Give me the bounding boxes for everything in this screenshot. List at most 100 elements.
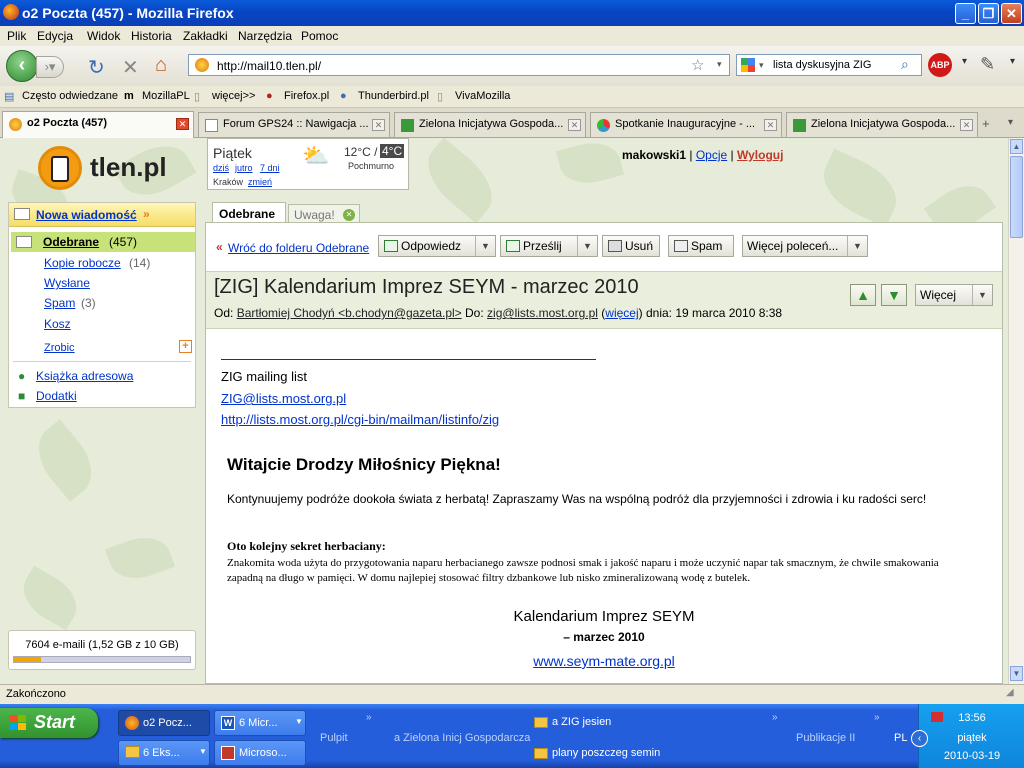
taskbar-microsoft[interactable]: Microso...	[214, 740, 306, 766]
addons-link[interactable]: Dodatki	[36, 389, 77, 403]
close-tab-icon[interactable]: ✕	[960, 119, 973, 131]
scroll-up-icon[interactable]: ▲	[1010, 139, 1023, 154]
reply-button[interactable]: Odpowiedz ▼	[378, 235, 496, 257]
more-dropdown[interactable]: Więcej ▼	[915, 284, 993, 306]
chevron-down-icon[interactable]: ▾	[1010, 56, 1015, 67]
options-link[interactable]: Opcje	[696, 148, 727, 162]
bookmark-item[interactable]: MozillaPL	[142, 90, 190, 102]
menu-tools[interactable]: Narzędzia	[238, 29, 292, 43]
to-address[interactable]: zig@lists.most.org.pl	[487, 306, 598, 320]
toolbar-publikacje[interactable]: Publikacje II	[796, 732, 855, 744]
search-input[interactable]: lista dyskusyjna ZIG	[773, 59, 871, 71]
sidebar-item-kosz[interactable]: Kosz	[44, 317, 71, 331]
close-button[interactable]: ✕	[1001, 3, 1022, 24]
tab-spotkanie[interactable]: Spotkanie Inauguracyjne - ... ✕	[590, 112, 782, 137]
sidebar-item-kopie-robocze[interactable]: Kopie robocze	[44, 256, 121, 270]
menu-file[interactable]: Plik	[7, 29, 26, 43]
tab-o2-poczta[interactable]: o2 Poczta (457) ✕	[2, 111, 194, 138]
sidebar-item-odebrane[interactable]: Odebrane (457)	[11, 232, 195, 252]
close-tab-icon[interactable]: ✕	[764, 119, 777, 131]
home-icon[interactable]: ⌂	[155, 54, 167, 77]
menu-bookmarks[interactable]: Zakładki	[183, 29, 228, 43]
resize-grip-icon[interactable]: ◢	[1006, 687, 1014, 698]
back-arrow-icon[interactable]: ‹	[6, 50, 38, 82]
weather-today-link[interactable]: dziś	[213, 163, 229, 173]
url-text[interactable]: http://mail10.tlen.pl/	[217, 59, 321, 73]
sidebar-item-wyslane[interactable]: Wysłane	[44, 276, 90, 290]
taskbar-folder-plany[interactable]: plany poszczeg semin	[552, 747, 660, 759]
tab-uwaga[interactable]: Uwaga! ✕	[288, 204, 360, 224]
forward-button[interactable]: Prześlij ▼	[500, 235, 598, 257]
bookmark-item[interactable]: więcej>>	[212, 90, 255, 102]
stop-icon[interactable]: ✕	[122, 55, 139, 80]
add-folder-icon[interactable]: +	[179, 340, 192, 353]
chevron-right-icon[interactable]: »	[874, 712, 880, 723]
taskbar-folder-zig-jesien[interactable]: a ZIG jesien	[552, 716, 611, 728]
taskbar-explorer[interactable]: 6 Eks... ▼	[118, 740, 210, 766]
chevron-down-icon[interactable]: ▾	[717, 59, 722, 70]
adblock-icon[interactable]: ABP	[928, 53, 952, 77]
back-to-folder-link[interactable]: Wróć do folderu Odebrane	[228, 241, 369, 255]
chevron-down-icon[interactable]: ▼	[847, 236, 867, 256]
close-tab-icon[interactable]: ✕	[176, 118, 189, 130]
language-indicator[interactable]: PL	[894, 732, 907, 744]
chevron-down-icon[interactable]: ▾	[759, 60, 764, 71]
chevron-down-icon[interactable]: ▼	[972, 285, 992, 305]
logout-link[interactable]: Wyloguj	[737, 148, 783, 162]
list-email-link[interactable]: ZIG@lists.most.org.pl	[221, 391, 346, 406]
weather-change-link[interactable]: zmień	[248, 177, 272, 187]
logo-text[interactable]: tlen.pl	[90, 152, 167, 183]
start-button[interactable]: Start	[0, 708, 98, 738]
tab-zielona-inicjatywa-2[interactable]: Zielona Inicjatywa Gospoda... ✕	[786, 112, 978, 137]
sidebar-item-spam[interactable]: Spam	[44, 296, 75, 310]
maximize-button[interactable]: ❐	[978, 3, 999, 24]
minimize-button[interactable]: _	[955, 3, 976, 24]
scroll-thumb[interactable]	[1010, 156, 1023, 238]
close-tab-icon[interactable]: ✕	[372, 119, 385, 131]
reload-icon[interactable]: ↻	[88, 55, 105, 80]
search-icon[interactable]: ⌕	[901, 56, 909, 73]
bookmark-item[interactable]: Często odwiedzane	[22, 90, 118, 102]
tab-list-icon[interactable]: ▾	[1008, 117, 1013, 128]
star-icon[interactable]: ☆	[691, 56, 704, 74]
chevron-right-icon[interactable]: »	[772, 712, 778, 723]
next-message-icon[interactable]: ▼	[881, 284, 907, 306]
chevron-right-icon[interactable]: »	[366, 712, 372, 723]
chevron-down-icon[interactable]: ▼	[577, 236, 597, 256]
spam-button[interactable]: Spam	[668, 235, 734, 257]
new-tab-icon[interactable]: +	[982, 116, 990, 131]
toolbar-pulpit[interactable]: Pulpit	[320, 732, 348, 744]
url-bar[interactable]: http://mail10.tlen.pl/ ☆ ▾	[188, 54, 730, 76]
new-message-button[interactable]: Nowa wiadomość »	[9, 203, 195, 227]
tab-odebrane[interactable]: Odebrane	[212, 202, 286, 224]
forward-arrow-icon[interactable]: ›▾	[36, 56, 64, 78]
more-actions-dropdown[interactable]: Więcej poleceń... ▼	[742, 235, 868, 257]
menu-history[interactable]: Historia	[131, 29, 172, 43]
chevron-down-icon[interactable]: ▼	[475, 236, 495, 256]
address-book-link[interactable]: Książka adresowa	[36, 369, 133, 383]
bookmark-item[interactable]: Firefox.pl	[284, 90, 329, 102]
delete-button[interactable]: Usuń	[602, 235, 660, 257]
weather-tomorrow-link[interactable]: jutro	[235, 163, 253, 173]
menu-edit[interactable]: Edycja	[37, 29, 73, 43]
sidebar-item-zrobic[interactable]: Zrobic	[44, 342, 75, 354]
taskbar-o2-poczta[interactable]: o2 Pocz...	[118, 710, 210, 736]
tab-zielona-inicjatywa[interactable]: Zielona Inicjatywa Gospoda... ✕	[394, 112, 586, 137]
weather-7days-link[interactable]: 7 dni	[260, 163, 280, 173]
menu-view[interactable]: Widok	[87, 29, 120, 43]
page-tools-icon[interactable]: ✎	[980, 54, 995, 75]
bookmark-item[interactable]: VivaMozilla	[455, 90, 510, 102]
taskbar-word[interactable]: W 6 Micr... ▼	[214, 710, 306, 736]
menu-help[interactable]: Pomoc	[301, 29, 338, 43]
tab-forum-gps24[interactable]: Forum GPS24 :: Nawigacja ... ✕	[198, 112, 390, 137]
from-address[interactable]: Bartłomiej Chodyń <b.chodyn@gazeta.pl>	[237, 306, 462, 320]
scroll-down-icon[interactable]: ▼	[1010, 666, 1023, 681]
bookmark-item[interactable]: Thunderbird.pl	[358, 90, 429, 102]
list-url-link[interactable]: http://lists.most.org.pl/cgi-bin/mailman…	[221, 412, 499, 427]
vertical-scrollbar[interactable]: ▲ ▼	[1008, 138, 1024, 684]
google-icon[interactable]	[741, 58, 755, 72]
calendar-url-link[interactable]: www.seym-mate.org.pl	[533, 653, 675, 669]
close-icon[interactable]: ✕	[343, 209, 355, 221]
search-bar[interactable]: ▾ lista dyskusyjna ZIG ⌕	[736, 54, 922, 76]
clock-time[interactable]: 13:56	[919, 712, 1024, 724]
